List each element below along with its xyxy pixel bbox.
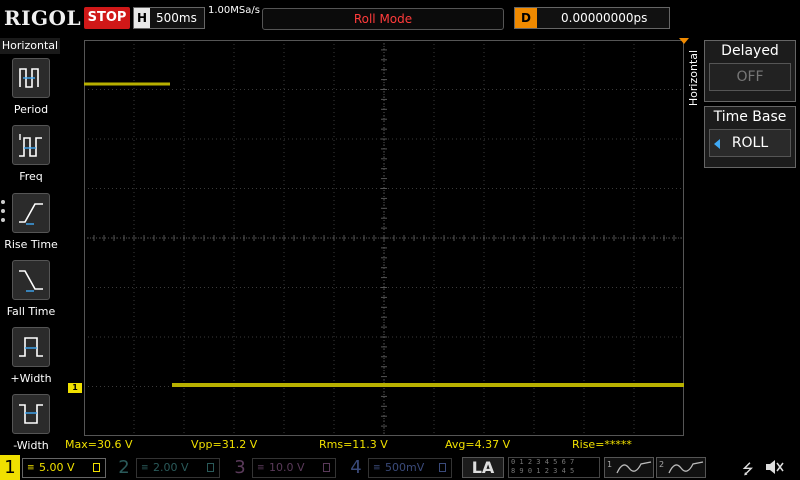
measurement-rise: Rise=***** bbox=[572, 438, 632, 451]
measurement-rms: Rms=11.3 V bbox=[319, 438, 388, 451]
channel-3-scale: 10.0 V bbox=[269, 461, 305, 474]
measure-period-label: Period bbox=[13, 103, 49, 116]
negative-width-icon bbox=[12, 394, 50, 434]
time-base-softkey[interactable]: Time Base ROLL bbox=[704, 106, 796, 168]
delayed-softkey[interactable]: Delayed OFF bbox=[704, 40, 796, 102]
delay-value: 0.00000000ps bbox=[561, 11, 648, 25]
dc-coupling-icon: ≡ bbox=[257, 463, 265, 473]
measurement-vpp: Vpp=31.2 V bbox=[191, 438, 258, 451]
bandwidth-limit-icon bbox=[323, 463, 330, 472]
horizontal-scale-box[interactable]: H 500ms bbox=[133, 7, 205, 29]
measure-negative-width-button[interactable]: -Width bbox=[0, 394, 62, 461]
measure-positive-width-label: +Width bbox=[10, 372, 52, 385]
sine-wave-icon bbox=[668, 461, 704, 474]
acquisition-mode-display: Roll Mode bbox=[262, 8, 504, 30]
channel-status-bar: 1 ≡ 5.00 V 2 ≡ 2.00 V 3 ≡ 10.0 V 4 ≡ 500… bbox=[0, 455, 800, 480]
logic-channel-row-1: 0 1 2 3 4 5 6 7 bbox=[511, 458, 575, 466]
logic-channel-map[interactable]: 0 1 2 3 4 5 6 7 8 9 0 1 2 3 4 5 bbox=[508, 457, 600, 478]
generator-2-button[interactable]: 2 bbox=[656, 457, 706, 478]
measurement-bar: Max=30.6 V Vpp=31.2 V Rms=11.3 V Avg=4.3… bbox=[62, 437, 702, 453]
bandwidth-limit-icon bbox=[93, 463, 100, 472]
channel-4-scale-box: ≡ 500mV bbox=[368, 458, 452, 478]
dc-coupling-icon: ≡ bbox=[27, 463, 35, 473]
measure-rise-time-label: Rise Time bbox=[4, 238, 58, 251]
generator-2-number: 2 bbox=[659, 460, 665, 469]
usb-icon: ⭍ bbox=[742, 462, 754, 478]
freq-icon bbox=[12, 125, 50, 165]
channel-4-number: 4 bbox=[350, 457, 362, 478]
timebase-value: 500ms bbox=[156, 11, 197, 25]
measure-negative-width-label: -Width bbox=[13, 439, 49, 452]
bandwidth-limit-icon bbox=[207, 463, 214, 472]
waveform-display[interactable] bbox=[84, 40, 684, 436]
measure-rise-time-button[interactable]: Rise Time bbox=[0, 193, 62, 260]
positive-width-icon bbox=[12, 327, 50, 367]
measure-freq-button[interactable]: Freq bbox=[0, 125, 62, 192]
dc-coupling-icon: ≡ bbox=[373, 463, 381, 473]
horizontal-menu-tab-label: Horizontal bbox=[687, 49, 700, 107]
measure-freq-label: Freq bbox=[19, 170, 43, 183]
measure-menu: Horizontal Period Freq Rise Time Fall Ti… bbox=[0, 38, 62, 452]
top-status-bar: RIGOL STOP H 500ms 1.00MSa/s Roll Mode D… bbox=[0, 0, 800, 38]
channel-2-number: 2 bbox=[118, 457, 130, 478]
measurement-max: Max=30.6 V bbox=[65, 438, 133, 451]
bandwidth-limit-icon bbox=[439, 463, 446, 472]
delayed-value: OFF bbox=[709, 63, 791, 91]
time-base-value-box: ROLL bbox=[709, 129, 791, 157]
run-stop-indicator[interactable]: STOP bbox=[84, 7, 130, 29]
measure-period-button[interactable]: Period bbox=[0, 58, 62, 125]
speaker-muted-icon[interactable] bbox=[764, 458, 784, 476]
measure-menu-title: Horizontal bbox=[0, 38, 60, 54]
ch1-offset-marker[interactable]: 1 bbox=[68, 383, 82, 393]
time-base-title: Time Base bbox=[713, 109, 787, 125]
dc-coupling-icon: ≡ bbox=[141, 463, 149, 473]
generator-1-button[interactable]: 1 bbox=[604, 457, 654, 478]
channel-2-scale: 2.00 V bbox=[153, 461, 189, 474]
measure-fall-time-label: Fall Time bbox=[6, 305, 56, 318]
horizontal-delay-box[interactable]: D 0.00000000ps bbox=[514, 7, 670, 29]
channel-1-scale-box: ≡ 5.00 V bbox=[22, 458, 106, 478]
rise-time-icon bbox=[12, 193, 50, 233]
brand-logo: RIGOL bbox=[4, 6, 82, 30]
channel-1-number: 1 bbox=[0, 455, 20, 480]
fall-time-icon bbox=[12, 260, 50, 300]
horizontal-menu-tab[interactable]: Horizontal bbox=[684, 44, 704, 116]
channel-2-scale-box: ≡ 2.00 V bbox=[136, 458, 220, 478]
channel-3-scale-box: ≡ 10.0 V bbox=[252, 458, 336, 478]
time-base-value: ROLL bbox=[731, 135, 769, 151]
logic-analyzer-button[interactable]: LA bbox=[462, 457, 504, 478]
sine-wave-icon bbox=[616, 461, 652, 474]
channel-3-number: 3 bbox=[234, 457, 246, 478]
measure-fall-time-button[interactable]: Fall Time bbox=[0, 260, 62, 327]
graticule bbox=[84, 40, 684, 436]
delay-letter: D bbox=[515, 8, 537, 28]
measure-positive-width-button[interactable]: +Width bbox=[0, 327, 62, 394]
measurement-avg: Avg=4.37 V bbox=[445, 438, 511, 451]
chevron-left-icon bbox=[714, 139, 720, 149]
delayed-title: Delayed bbox=[721, 43, 779, 59]
generator-1-number: 1 bbox=[607, 460, 613, 469]
logic-channel-row-2: 8 9 0 1 2 3 4 5 bbox=[511, 467, 575, 475]
channel-1-scale: 5.00 V bbox=[39, 461, 75, 474]
sample-rate: 1.00MSa/s bbox=[208, 5, 260, 16]
channel-4-scale: 500mV bbox=[385, 461, 425, 474]
horizontal-letter: H bbox=[134, 8, 150, 28]
period-icon bbox=[12, 58, 50, 98]
